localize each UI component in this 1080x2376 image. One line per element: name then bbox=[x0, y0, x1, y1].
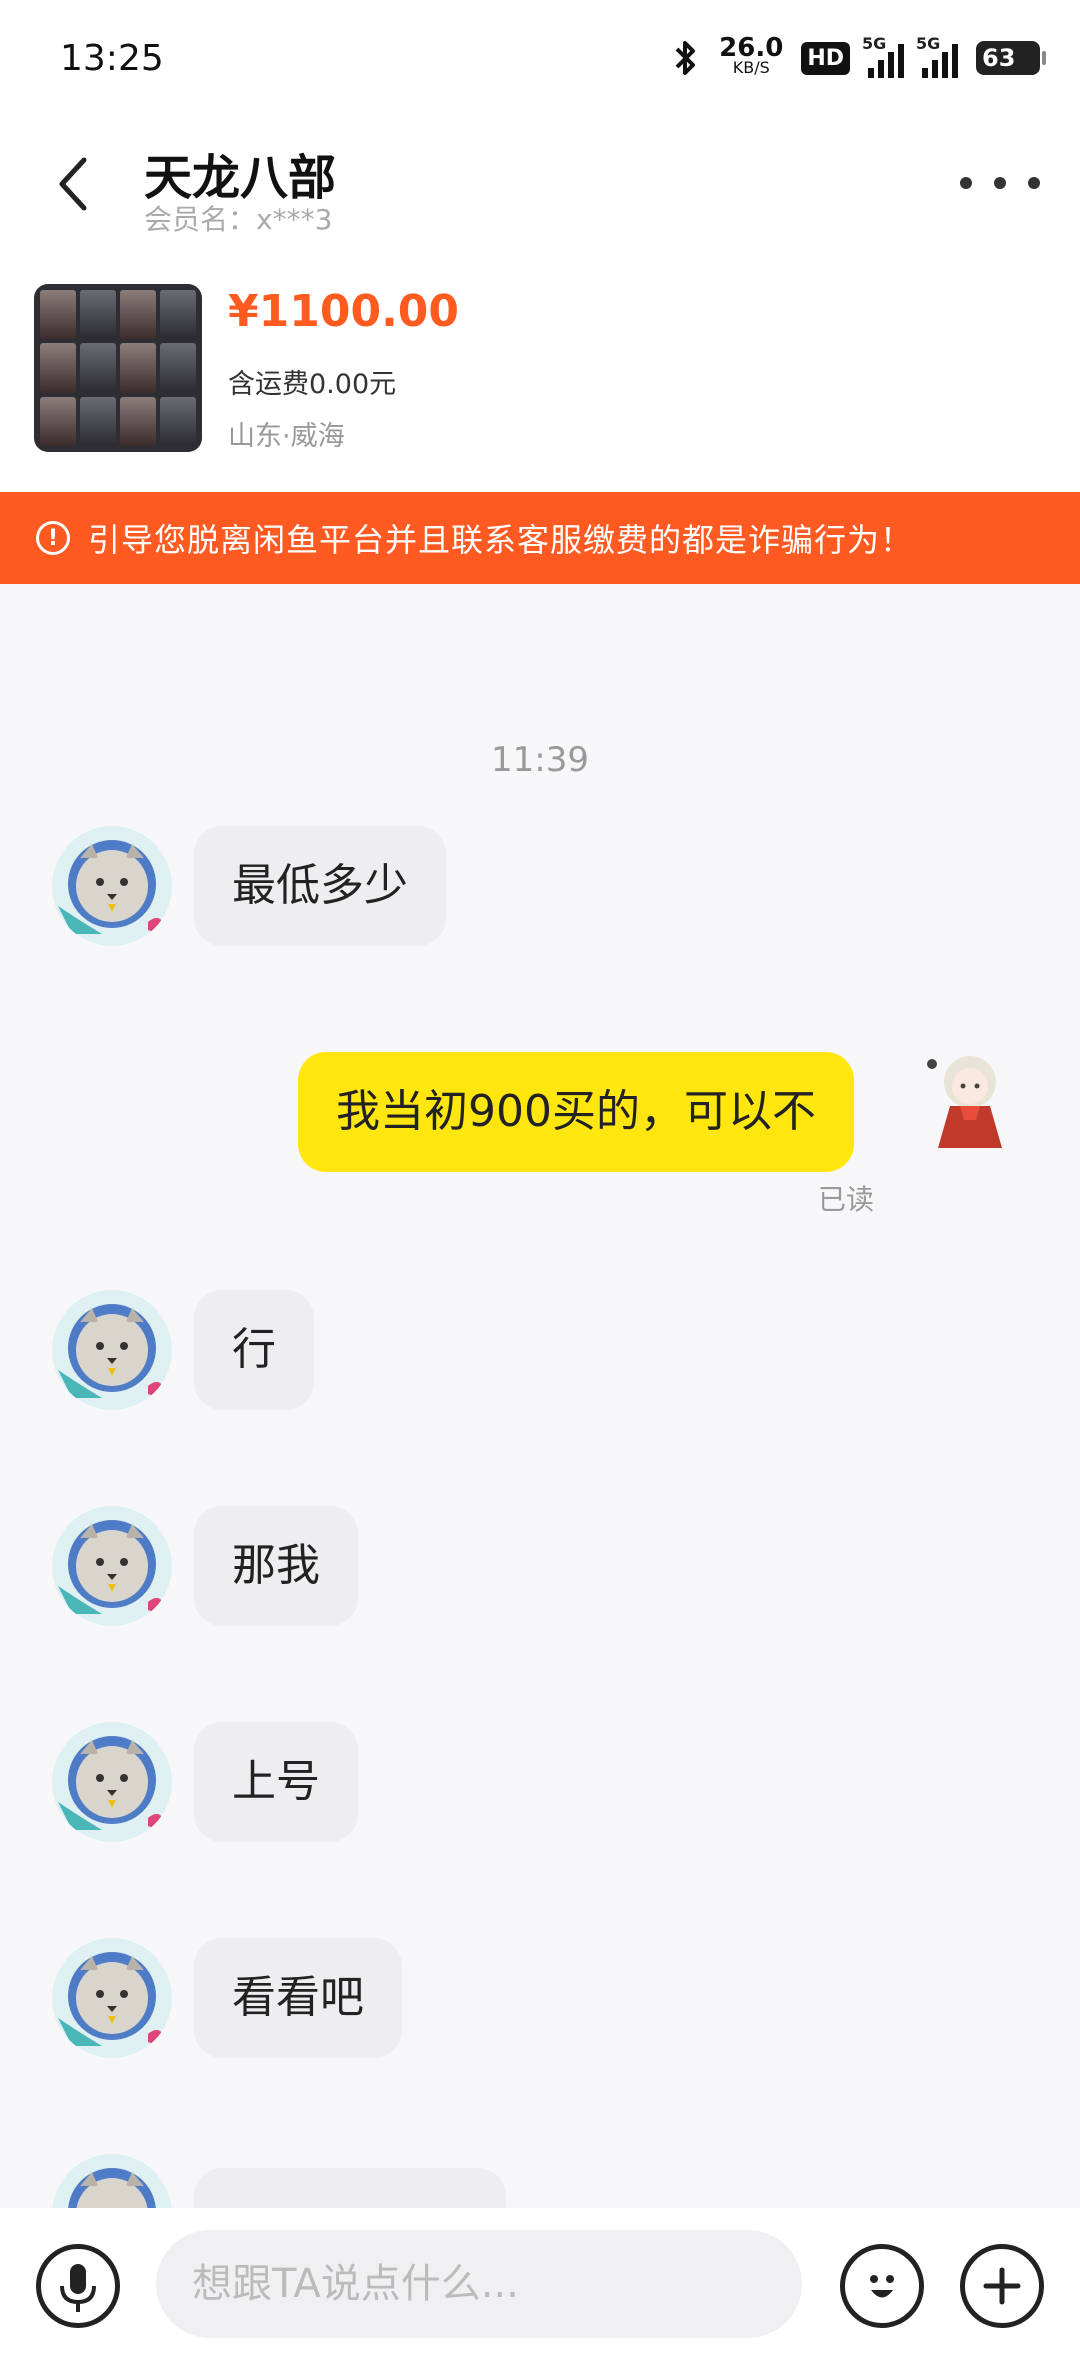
back-button[interactable] bbox=[44, 154, 104, 214]
more-actions-button[interactable] bbox=[960, 2244, 1044, 2328]
network-speed: 26.0 KB/S bbox=[719, 33, 784, 77]
cat-avatar-icon bbox=[52, 826, 172, 946]
more-button[interactable] bbox=[960, 168, 1040, 198]
cat-avatar-icon bbox=[52, 1290, 172, 1410]
status-time: 13:25 bbox=[60, 38, 164, 79]
seller-avatar[interactable] bbox=[52, 1506, 172, 1626]
battery-icon: 63 bbox=[976, 41, 1046, 75]
product-card[interactable]: ¥1100.00 含运费0.00元 山东·威海 bbox=[34, 284, 1044, 464]
chat-area[interactable]: 11:39 最低多少 我当初900买的，可以不 已读 行 那我 上号 看看吧 bbox=[0, 584, 1080, 2208]
message-bubble-incoming-partial[interactable] bbox=[194, 2168, 506, 2208]
signal-5g-2-icon: 5G bbox=[916, 34, 958, 78]
status-bar: 13:25 26.0 KB/S HD 5G 5G 63 bbox=[0, 0, 1080, 120]
product-price: ¥1100.00 bbox=[228, 286, 460, 337]
emoji-button[interactable] bbox=[840, 2244, 924, 2328]
plus-icon bbox=[983, 2267, 1021, 2305]
seller-avatar[interactable] bbox=[52, 2154, 172, 2208]
time-separator: 11:39 bbox=[491, 740, 589, 780]
signal-5g-1-icon: 5G bbox=[862, 34, 904, 78]
cat-avatar-icon bbox=[52, 1506, 172, 1626]
chat-header: 天龙八部 会员名：x***3 bbox=[0, 128, 1080, 248]
message-bubble-incoming[interactable]: 那我 bbox=[194, 1506, 358, 1626]
message-input[interactable] bbox=[156, 2230, 802, 2338]
cat-avatar-icon bbox=[52, 1722, 172, 1842]
anime-girl-avatar-icon bbox=[910, 1040, 1030, 1160]
message-bubble-incoming[interactable]: 看看吧 bbox=[194, 1938, 402, 2058]
message-bubble-incoming[interactable]: 行 bbox=[194, 1290, 314, 1410]
fraud-warning-banner: ! 引导您脱离闲鱼平台并且联系客服缴费的都是诈骗行为！ bbox=[0, 492, 1080, 584]
bluetooth-icon bbox=[675, 41, 696, 75]
product-location: 山东·威海 bbox=[228, 421, 345, 452]
hd-voice-badge: HD bbox=[801, 41, 850, 75]
cat-avatar-icon bbox=[52, 2154, 172, 2208]
seller-avatar[interactable] bbox=[52, 1290, 172, 1410]
read-status: 已读 bbox=[818, 1183, 875, 1216]
cat-avatar-icon bbox=[52, 1938, 172, 2058]
back-arrow-icon bbox=[59, 157, 87, 211]
seller-avatar[interactable] bbox=[52, 826, 172, 946]
status-icons: 26.0 KB/S HD 5G 5G 63 bbox=[671, 33, 1046, 82]
message-bubble-incoming[interactable]: 上号 bbox=[194, 1722, 358, 1842]
emoji-icon bbox=[870, 2275, 894, 2298]
message-input-bar bbox=[0, 2208, 1080, 2376]
my-avatar[interactable] bbox=[910, 1040, 1030, 1160]
seller-avatar[interactable] bbox=[52, 1722, 172, 1842]
microphone-icon bbox=[60, 2264, 96, 2312]
voice-button[interactable] bbox=[36, 2244, 120, 2328]
member-name: 会员名：x***3 bbox=[144, 203, 333, 236]
message-bubble-incoming[interactable]: 最低多少 bbox=[194, 826, 446, 946]
seller-avatar[interactable] bbox=[52, 1938, 172, 2058]
message-bubble-outgoing[interactable]: 我当初900买的，可以不 bbox=[298, 1052, 854, 1172]
warning-icon: ! bbox=[36, 521, 70, 555]
warning-text: 引导您脱离闲鱼平台并且联系客服缴费的都是诈骗行为！ bbox=[88, 521, 914, 559]
more-dots-icon bbox=[960, 177, 972, 189]
product-thumbnail[interactable] bbox=[34, 284, 202, 452]
product-shipping: 含运费0.00元 bbox=[228, 369, 397, 400]
